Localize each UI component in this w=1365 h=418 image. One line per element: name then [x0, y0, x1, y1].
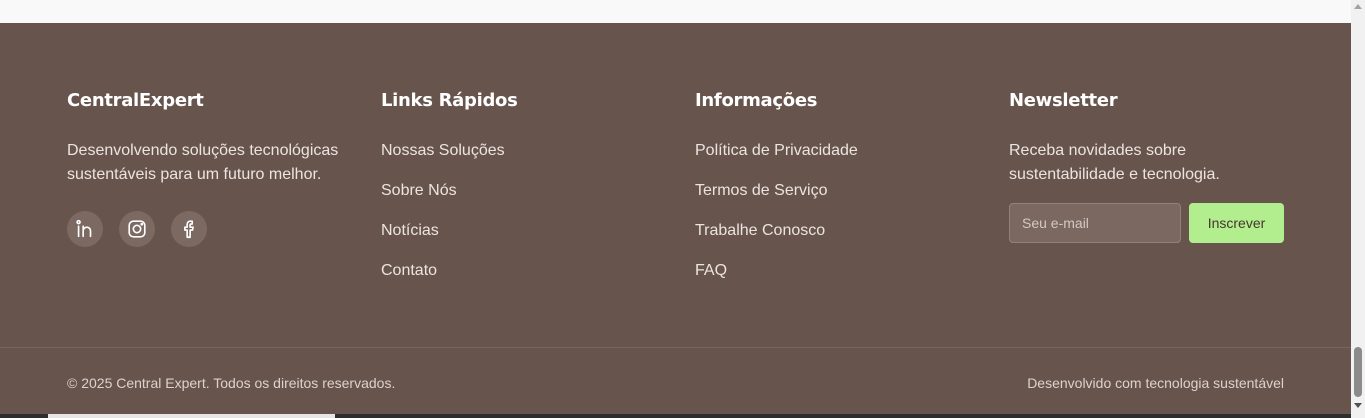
footer-brand-column: CentralExpert Desenvolvendo soluções tec… [67, 89, 347, 247]
link-trabalhe-conosco[interactable]: Trabalhe Conosco [695, 219, 825, 243]
list-item: Sobre Nós [381, 179, 661, 219]
link-faq[interactable]: FAQ [695, 259, 727, 283]
copyright-text: © 2025 Central Expert. Todos os direitos… [67, 375, 396, 391]
link-sobre-nos[interactable]: Sobre Nós [381, 179, 457, 203]
linkedin-icon [76, 219, 92, 238]
scroll-up-arrow-icon[interactable] [1354, 4, 1362, 9]
vertical-scrollbar[interactable] [1351, 0, 1365, 418]
subscribe-button[interactable]: Inscrever [1189, 203, 1284, 243]
newsletter-email-input[interactable] [1009, 203, 1181, 243]
instagram-icon [128, 220, 146, 238]
newsletter-description: Receba novidades sobre sustentabilidade … [1009, 142, 1220, 183]
link-politica-privacidade[interactable]: Política de Privacidade [695, 139, 858, 163]
list-item: Nossas Soluções [381, 139, 661, 179]
footer-bottom-bar: © 2025 Central Expert. Todos os direitos… [0, 347, 1351, 418]
list-item: Termos de Serviço [695, 179, 975, 219]
footer-info-column: Informações Política de Privacidade Term… [695, 89, 975, 299]
scrollbar-thumb[interactable] [1354, 347, 1362, 397]
page-bottom-edge-highlight [48, 414, 335, 418]
list-item: Trabalhe Conosco [695, 219, 975, 259]
quick-links-title: Links Rápidos [381, 90, 518, 111]
scroll-down-arrow-icon[interactable] [1354, 403, 1362, 408]
link-contato[interactable]: Contato [381, 259, 437, 283]
footer-newsletter-column: Newsletter Receba novidades sobre susten… [1009, 89, 1289, 243]
list-item: Notícias [381, 219, 661, 259]
footer-brand-title: CentralExpert [67, 90, 204, 111]
social-links [67, 211, 347, 247]
facebook-icon [184, 220, 194, 239]
list-item: Política de Privacidade [695, 139, 975, 179]
list-item: Contato [381, 259, 661, 299]
info-links-list: Política de Privacidade Termos de Serviç… [695, 139, 975, 299]
footer-brand-description: Desenvolvendo soluções tecnológicas sust… [67, 142, 339, 183]
link-termos-servico[interactable]: Termos de Serviço [695, 179, 828, 203]
facebook-link[interactable] [171, 211, 207, 247]
link-noticias[interactable]: Notícias [381, 219, 439, 243]
newsletter-form: Inscrever [1009, 203, 1289, 243]
footer-quick-links-column: Links Rápidos Nossas Soluções Sobre Nós … [381, 89, 661, 299]
newsletter-title: Newsletter [1009, 90, 1118, 111]
info-title: Informações [695, 90, 818, 111]
quick-links-list: Nossas Soluções Sobre Nós Notícias Conta… [381, 139, 661, 299]
linkedin-link[interactable] [67, 211, 103, 247]
instagram-link[interactable] [119, 211, 155, 247]
footer-tagline: Desenvolvido com tecnologia sustentável [1027, 375, 1284, 391]
page-content-end [0, 0, 1351, 23]
link-nossas-solucoes[interactable]: Nossas Soluções [381, 139, 505, 163]
list-item: FAQ [695, 259, 975, 299]
site-footer: CentralExpert Desenvolvendo soluções tec… [0, 23, 1351, 418]
